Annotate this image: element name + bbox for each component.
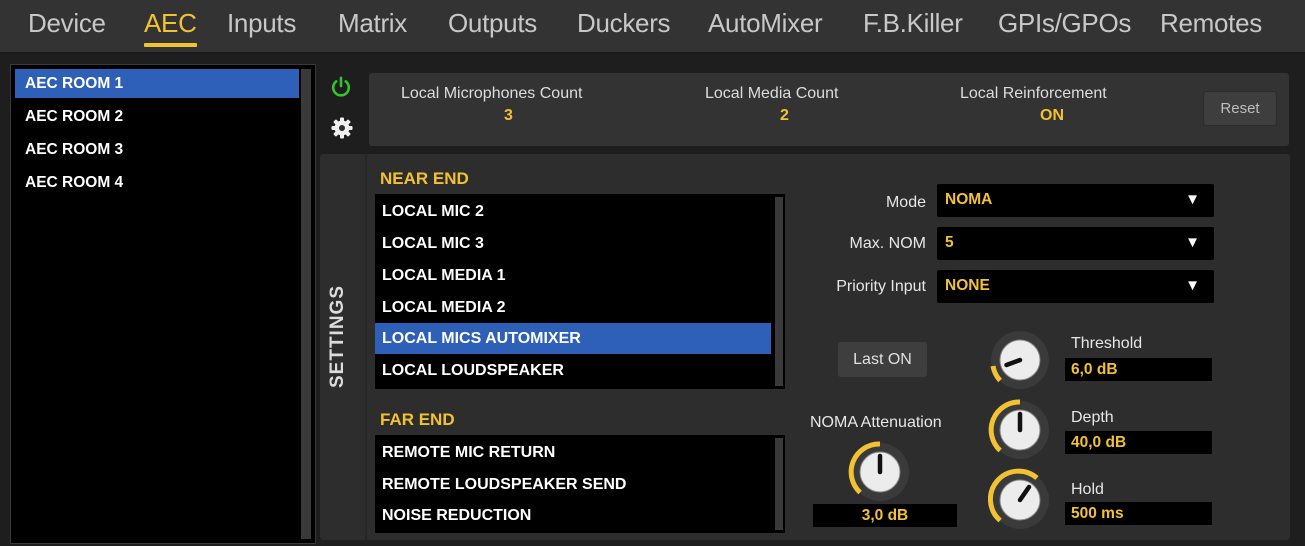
tab-remotes[interactable]: Remotes [1160,8,1262,42]
depth-knob[interactable] [988,398,1052,462]
mic-count-value: 3 [504,107,513,124]
room-item[interactable]: AEC ROOM 3 [15,135,299,164]
media-count-value: 2 [780,107,789,124]
hold-knob[interactable] [988,468,1052,532]
chevron-down-icon: ▼ [1185,277,1200,294]
far-end-scrollbar[interactable] [775,438,783,530]
tab-device[interactable]: Device [28,8,106,42]
threshold-value[interactable]: 6,0 dB [1065,358,1212,381]
tab-aec[interactable]: AEC [144,8,197,47]
near-end-list: LOCAL MIC 2 LOCAL MIC 3 LOCAL MEDIA 1 LO… [375,194,785,389]
threshold-label: Threshold [1071,335,1143,352]
room-item[interactable]: AEC ROOM 2 [15,102,299,131]
depth-label: Depth [1071,409,1114,426]
list-item[interactable]: NOISE REDUCTION [375,500,771,531]
settings-side-label: SETTINGS [327,284,348,388]
tab-automixer[interactable]: AutoMixer [708,8,823,42]
reset-button[interactable]: Reset [1203,91,1277,126]
power-icon[interactable] [330,76,352,98]
settings-divider [365,154,367,540]
list-item[interactable]: LOCAL MEDIA 2 [375,292,771,323]
max-nom-value: 5 [945,234,954,251]
last-on-button[interactable]: Last ON [838,342,927,377]
near-end-title: NEAR END [380,169,469,188]
list-item[interactable]: LOCAL MIC 2 [375,196,771,227]
main-nav: Device AEC Inputs Matrix Outputs Duckers… [0,0,1305,54]
chevron-down-icon: ▼ [1185,191,1200,208]
priority-input-label: Priority Input [836,278,926,295]
priority-input-dropdown[interactable]: NONE ▼ [937,270,1214,303]
tab-duckers[interactable]: Duckers [577,8,671,42]
list-item[interactable]: REMOTE MIC RETURN [375,437,771,468]
hold-label: Hold [1071,481,1104,498]
max-nom-dropdown[interactable]: 5 ▼ [937,227,1214,260]
threshold-knob[interactable] [988,328,1052,392]
mode-dropdown[interactable]: NOMA ▼ [937,184,1214,217]
gear-icon[interactable] [330,116,354,140]
hold-value[interactable]: 500 ms [1065,502,1212,525]
priority-input-value: NONE [945,277,990,294]
noma-attenuation-knob[interactable] [848,440,912,504]
depth-value[interactable]: 40,0 dB [1065,431,1212,454]
mode-label: Mode [885,194,926,211]
list-item[interactable]: LOCAL MIC 3 [375,228,771,259]
tab-outputs[interactable]: Outputs [448,8,537,42]
media-count-label: Local Media Count [705,85,839,102]
noma-attenuation-label: NOMA Attenuation [810,414,942,431]
chevron-down-icon: ▼ [1185,234,1200,251]
max-nom-label: Max. NOM [849,235,926,252]
room-item[interactable]: AEC ROOM 1 [15,69,299,98]
room-item[interactable]: AEC ROOM 4 [15,168,299,197]
far-end-title: FAR END [380,410,455,429]
list-item[interactable]: LOCAL MEDIA 1 [375,260,771,291]
list-item[interactable]: LOCAL MICS AUTOMIXER [375,323,771,354]
mic-count-label: Local Microphones Count [401,85,583,102]
tab-gpis-gpos[interactable]: GPIs/GPOs [998,8,1131,42]
far-end-list: REMOTE MIC RETURN REMOTE LOUDSPEAKER SEN… [375,435,785,533]
reinforcement-label: Local Reinforcement [960,85,1107,102]
noma-attenuation-value[interactable]: 3,0 dB [813,504,957,527]
list-item[interactable]: LOCAL LOUDSPEAKER [375,355,771,386]
tab-inputs[interactable]: Inputs [227,8,296,42]
list-item[interactable]: REMOTE LOUDSPEAKER SEND [375,469,771,500]
room-list-scrollbar[interactable] [301,69,311,539]
tab-matrix[interactable]: Matrix [338,8,407,42]
mode-value: NOMA [945,191,993,208]
tab-fb-killer[interactable]: F.B.Killer [863,8,963,42]
aec-summary-panel: Local Microphones Count 3 Local Media Co… [369,73,1289,146]
room-list: AEC ROOM 1 AEC ROOM 2 AEC ROOM 3 AEC ROO… [10,64,316,544]
reinforcement-value: ON [1040,107,1064,124]
